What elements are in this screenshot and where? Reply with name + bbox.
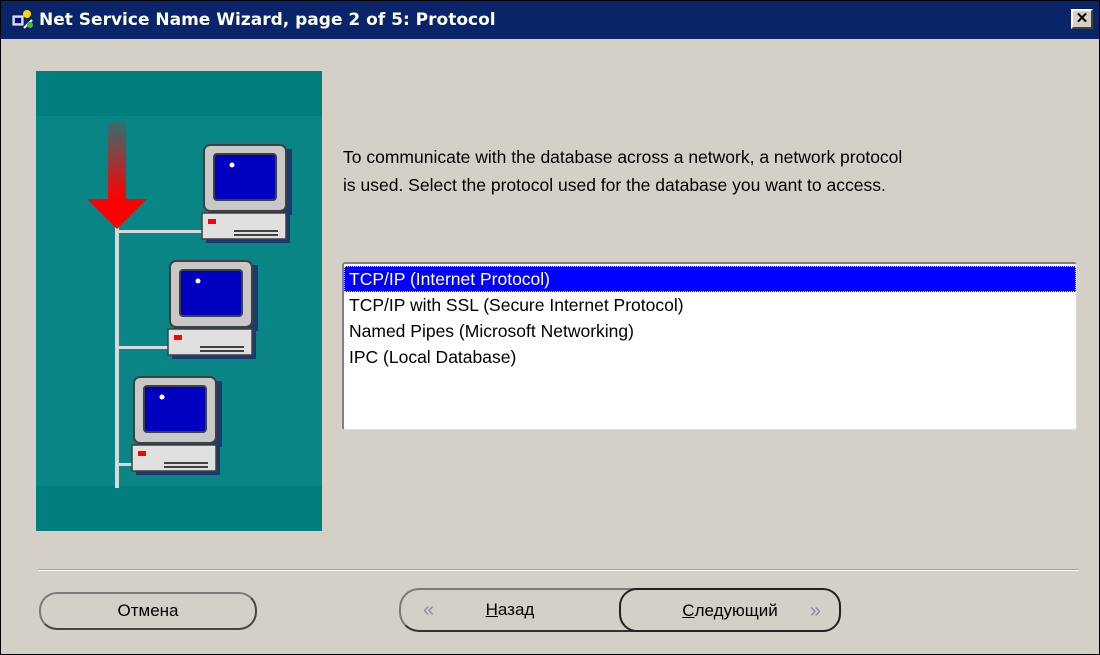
protocol-listbox[interactable]: TCP/IP (Internet Protocol) TCP/IP with S… <box>342 262 1077 430</box>
computer-icon <box>131 376 222 475</box>
back-arrow-icon: « <box>423 599 435 621</box>
protocol-option-named-pipes[interactable]: Named Pipes (Microsoft Networking) <box>344 318 1076 344</box>
navigation-button-group: « Назад Следующий » <box>399 588 841 632</box>
window-title: Net Service Name Wizard, page 2 of 5: Pr… <box>39 10 496 30</box>
computer-icon <box>167 260 258 359</box>
instructions-line: is used. Select the protocol used for th… <box>343 175 886 195</box>
back-button-mnemonic: Н <box>485 600 498 619</box>
next-button-mnemonic: С <box>682 601 695 620</box>
title-bar: Net Service Name Wizard, page 2 of 5: Pr… <box>1 1 1099 39</box>
close-button[interactable]: ✕ <box>1071 9 1093 29</box>
protocol-option-tcpip-ssl[interactable]: TCP/IP with SSL (Secure Internet Protoco… <box>344 292 1076 318</box>
arrow-trail <box>108 121 126 199</box>
computer-icon <box>201 144 292 243</box>
next-button[interactable]: Следующий » <box>619 588 841 632</box>
footer-separator <box>39 569 1079 571</box>
wizard-app-icon <box>12 10 33 29</box>
next-button-label: ледующий <box>694 601 778 620</box>
back-button[interactable]: « Назад <box>401 590 619 630</box>
instructions-text: To communicate with the database across … <box>343 143 1078 199</box>
network-computers-illustration <box>36 71 322 531</box>
next-arrow-icon: » <box>809 600 821 622</box>
wizard-window: Net Service Name Wizard, page 2 of 5: Pr… <box>0 0 1100 655</box>
protocol-option-tcpip[interactable]: TCP/IP (Internet Protocol) <box>344 266 1076 292</box>
back-button-label: азад <box>497 600 535 619</box>
cancel-button[interactable]: Отмена <box>39 592 257 630</box>
instructions-line: To communicate with the database across … <box>343 147 903 167</box>
close-icon: ✕ <box>1075 10 1089 27</box>
protocol-option-ipc[interactable]: IPC (Local Database) <box>344 344 1076 370</box>
